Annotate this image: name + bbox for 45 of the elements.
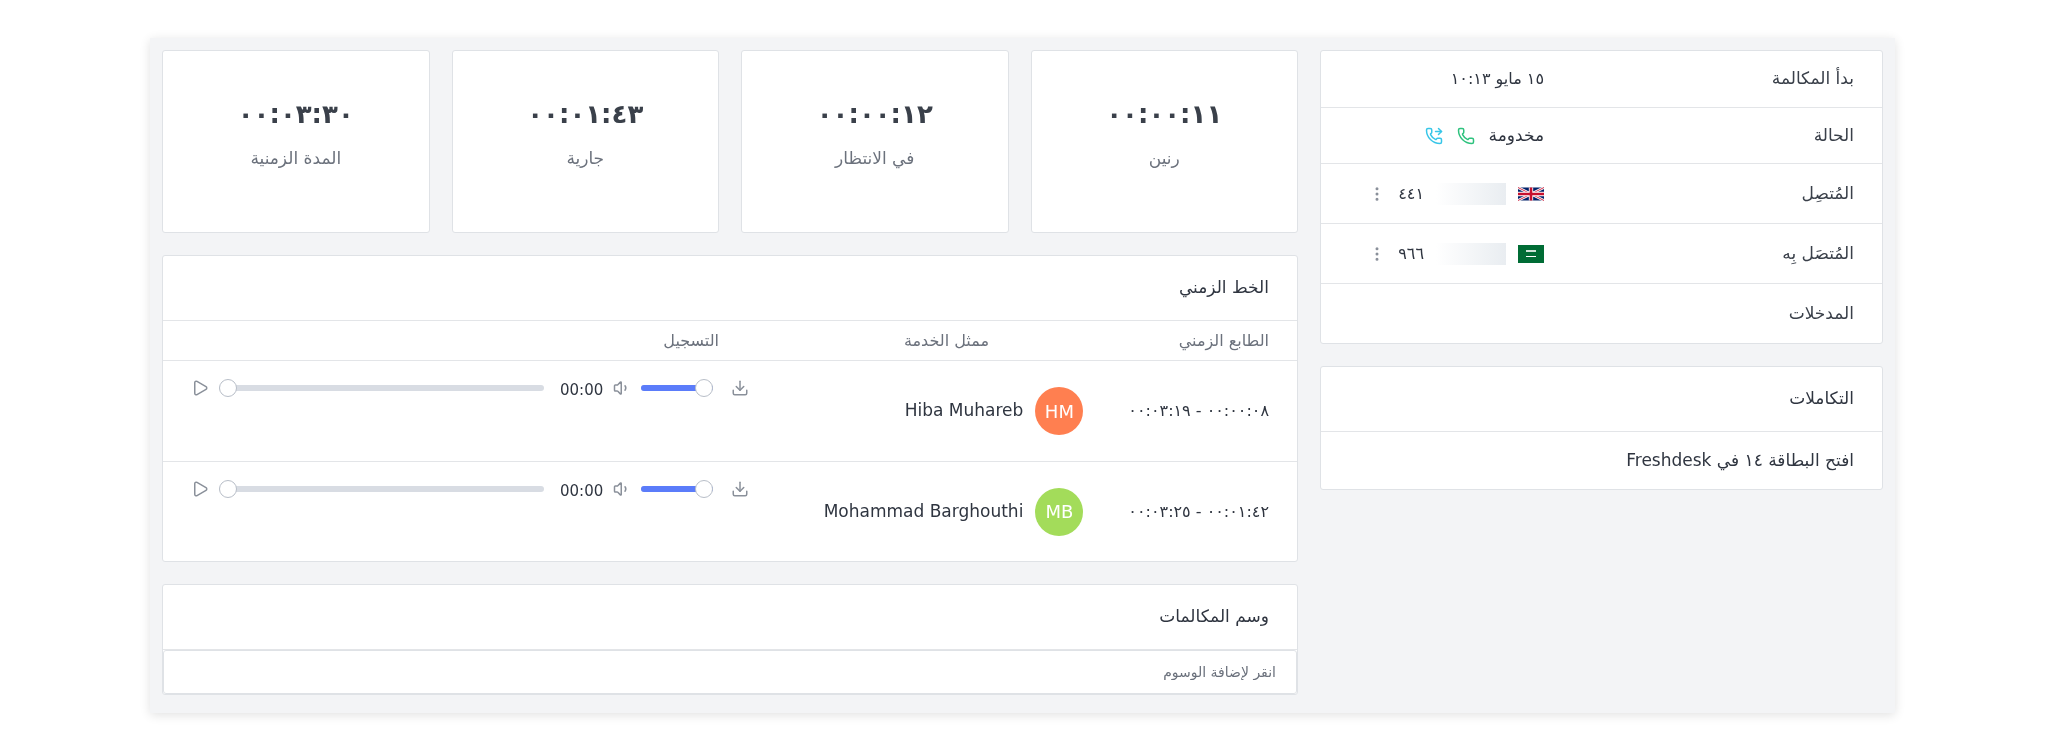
field-label: الحالة (1812, 123, 1854, 147)
card-title: وسم المكالمات (1159, 605, 1269, 629)
column-header: ممثل الخدمة (902, 329, 989, 352)
column-header: الطابع الزمني (1177, 329, 1269, 353)
timestamp: ٠٠:٠٠:٠٨ - ٠٠:٠٣:١٩ (1128, 400, 1269, 422)
timestamp: ٠٠:٠١:٤٢ - ٠٠:٠٣:٢٥ (1128, 500, 1269, 523)
integration-link[interactable]: افتح البطاقة ١٤ في Freshdesk (1626, 447, 1854, 474)
avatar: HM (1035, 387, 1084, 435)
tags-input[interactable]: انقر لإضافة الوسوم (163, 650, 1297, 694)
avatar: MB (1035, 487, 1084, 536)
phone-number: ٩٦٦ (1398, 242, 1424, 265)
stat-value: ٠٠:٠٠:١١ (1106, 98, 1223, 131)
stat-label: المدة الزمنية (250, 147, 342, 170)
phone-icon (1456, 126, 1475, 145)
card-title: التكاملات (1789, 387, 1854, 411)
stat-label: جارية (566, 147, 605, 170)
phone-forward-icon (1424, 126, 1443, 145)
field-label: المُتصِل (1800, 181, 1854, 205)
stat-label: في الانتظار (835, 147, 915, 171)
play-icon[interactable] (191, 379, 209, 397)
card-title: الخط الزمني (1178, 276, 1269, 300)
download-icon[interactable] (731, 379, 750, 397)
download-icon[interactable] (731, 480, 750, 498)
field-value: ١٥ مايو ١٠:١٣ (1450, 68, 1544, 91)
play-icon[interactable] (191, 480, 209, 498)
slider[interactable] (641, 480, 714, 498)
flag-icon (1518, 186, 1544, 201)
slider[interactable] (219, 480, 544, 498)
field-label: بدأ المكالمة (1770, 66, 1854, 91)
stat-value: ٠٠:٠٣:٣٠ (237, 98, 354, 131)
slider[interactable] (641, 379, 714, 397)
stat-value: ٠٠:٠٠:١٢ (816, 98, 933, 131)
stat-value: ٠٠:٠١:٤٣ (527, 98, 644, 131)
flag-icon (1518, 244, 1544, 263)
stat-label: رنين (1148, 147, 1180, 170)
playback-time: 00:00 (560, 380, 604, 401)
column-header: التسجيل (663, 329, 719, 352)
agent-name: Hiba Muhareb (904, 399, 1024, 423)
status-value: مخدومة (1488, 123, 1544, 147)
playback-time: 00:00 (560, 481, 604, 502)
field-label: المُتصَل بِه (1781, 241, 1854, 266)
agent-name: Mohammad Barghouthi (823, 499, 1024, 523)
slider[interactable] (219, 379, 544, 397)
phone-number: ٤٤١ (1398, 182, 1424, 205)
field-label: المدخلات (1787, 301, 1854, 325)
